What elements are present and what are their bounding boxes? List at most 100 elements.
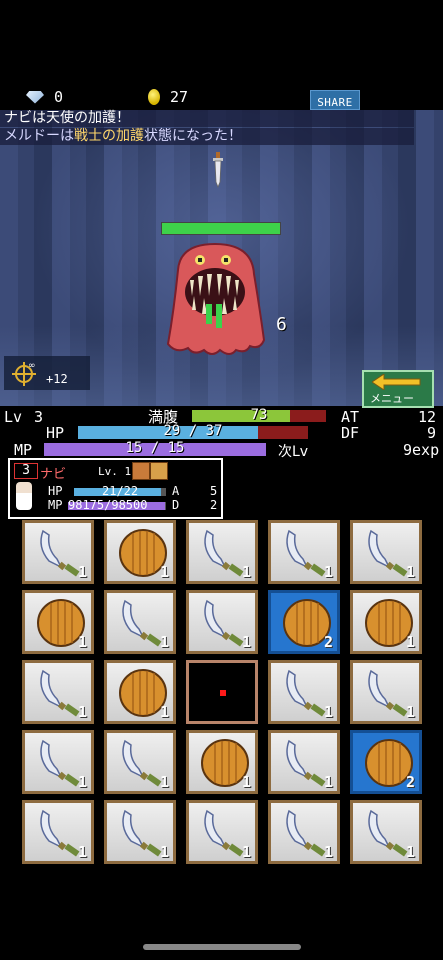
damage-number: 6 xyxy=(276,314,287,335)
item-count: 1 xyxy=(159,703,169,721)
inventory-slot-sword[interactable]: 1 xyxy=(186,520,258,584)
currency-bar: 0 27 SHARE xyxy=(0,86,443,110)
menu-label: メニュー xyxy=(370,392,414,405)
inventory-slot-sword[interactable]: 1 xyxy=(186,590,258,654)
item-count: 2 xyxy=(405,773,415,791)
inventory-slot-sword[interactable]: 1 xyxy=(104,590,176,654)
item-count: 1 xyxy=(405,633,415,651)
inventory-slot-sword[interactable]: 1 xyxy=(350,520,422,584)
item-count: 1 xyxy=(159,773,169,791)
companion-mp-value: 98175/98500 xyxy=(68,498,148,512)
companion-a-label: A xyxy=(172,484,180,498)
item-count: 1 xyxy=(241,633,251,651)
hunger-bar: 73 xyxy=(192,407,326,423)
inventory-grid: 1 1 1 1 1 1 1 1 2 1 1 1 1 1 1 1 1 1 2 1 1 1 1 1 xyxy=(22,520,422,866)
home-indicator[interactable] xyxy=(143,944,301,950)
item-count: 1 xyxy=(323,843,333,861)
companion-level: Lv. 1 xyxy=(98,465,132,478)
hp-bar: 29 / 37 xyxy=(78,423,308,439)
inventory-slot-shield[interactable]: 1 xyxy=(22,590,94,654)
inventory-slot-sword[interactable]: 1 xyxy=(22,660,94,724)
menu-button[interactable]: メニュー xyxy=(362,370,434,408)
companion-level-box: 3 xyxy=(14,463,38,479)
item-count: 1 xyxy=(405,703,415,721)
inventory-slot-shield[interactable]: 2 xyxy=(350,730,422,794)
inventory-slot-empty[interactable] xyxy=(186,660,258,724)
red-dot-icon xyxy=(220,690,226,696)
battle-log-highlight: 戦士の加護 xyxy=(74,128,144,144)
target-indicator[interactable]: ∞ +12 xyxy=(4,356,90,390)
companion-d-label: D xyxy=(172,498,180,512)
coin-icon xyxy=(148,89,160,105)
inventory-slot-sword[interactable]: 1 xyxy=(104,800,176,864)
coin-count: 27 xyxy=(170,88,189,106)
companion-name: ナビ xyxy=(40,467,67,482)
companion-hp-value: 21/22 xyxy=(102,484,139,498)
mp-bar: 15 / 15 xyxy=(44,440,266,456)
enemy-hp-bar xyxy=(161,222,281,235)
item-count: 1 xyxy=(241,773,251,791)
item-count: 1 xyxy=(323,703,333,721)
companion-panel[interactable]: 3 ナビ Lv. 1 HP 21/22 A 5 MP 98175/98500 D… xyxy=(8,458,223,519)
target-bonus: +12 xyxy=(46,372,68,386)
companion-a-value: 5 xyxy=(210,484,218,498)
share-button[interactable]: SHARE xyxy=(310,90,360,110)
svg-text:∞: ∞ xyxy=(28,361,36,371)
companion-hp-label: HP xyxy=(48,484,63,498)
battle-log-text: ナビは天使の加護！ xyxy=(4,110,130,126)
item-count: 1 xyxy=(77,703,87,721)
player-stats: Lv 3 満腹 73 AT 12 HP 29 / 37 DF 9 MP 15 /… xyxy=(0,406,443,460)
battle-log-line-1: ナビは天使の加護！ xyxy=(0,110,414,127)
monster-sprite[interactable] xyxy=(160,240,270,358)
inventory-slot-sword[interactable]: 1 xyxy=(350,800,422,864)
inventory-slot-sword[interactable]: 1 xyxy=(268,520,340,584)
df-label: DF xyxy=(341,424,360,442)
level-value: 3 xyxy=(34,408,44,426)
inventory-slot-shield[interactable]: 2 xyxy=(268,590,340,654)
item-count: 1 xyxy=(405,563,415,581)
companion-d-value: 2 xyxy=(210,498,218,512)
item-count: 1 xyxy=(159,563,169,581)
next-level-exp: 9exp xyxy=(403,441,440,459)
coin-counter: 27 xyxy=(148,88,188,106)
item-count: 1 xyxy=(77,773,87,791)
inventory-slot-sword[interactable]: 1 xyxy=(268,730,340,794)
level-label: Lv xyxy=(4,408,23,426)
hp-value: 29 / 37 xyxy=(163,423,223,439)
inventory-slot-shield[interactable]: 1 xyxy=(350,590,422,654)
dagger-icon xyxy=(213,152,223,188)
inventory-slot-sword[interactable]: 1 xyxy=(22,520,94,584)
item-count: 1 xyxy=(323,563,333,581)
companion-avatar xyxy=(16,482,32,510)
inventory-slot-sword[interactable]: 1 xyxy=(22,730,94,794)
item-count: 1 xyxy=(241,843,251,861)
inventory-slot-shield[interactable]: 1 xyxy=(104,660,176,724)
fist-icon xyxy=(132,462,150,480)
inventory-slot-sword[interactable]: 1 xyxy=(186,800,258,864)
item-count: 1 xyxy=(241,563,251,581)
crosshair-icon: ∞ xyxy=(12,361,36,386)
inventory-slot-sword[interactable]: 1 xyxy=(268,660,340,724)
companion-mp-label: MP xyxy=(48,498,63,512)
inventory-slot-sword[interactable]: 1 xyxy=(22,800,94,864)
pattern-icon xyxy=(150,462,168,480)
inventory-slot-sword[interactable]: 1 xyxy=(268,800,340,864)
mp-label: MP xyxy=(14,441,33,459)
battle-log-line-2: メルドーは戦士の加護状態になった！ xyxy=(0,128,414,145)
gem-count: 0 xyxy=(54,88,64,106)
gem-counter: 0 xyxy=(26,88,63,106)
battle-log-text: メルドーは xyxy=(4,128,74,144)
next-level-label: 次Lv xyxy=(278,444,309,460)
inventory-slot-sword[interactable]: 1 xyxy=(350,660,422,724)
df-value: 9 xyxy=(427,424,437,442)
item-count: 2 xyxy=(323,633,333,651)
item-count: 1 xyxy=(323,773,333,791)
enemy-hp-fill xyxy=(162,223,280,234)
share-label: SHARE xyxy=(317,96,353,109)
inventory-slot-sword[interactable]: 1 xyxy=(104,730,176,794)
inventory-slot-shield[interactable]: 1 xyxy=(104,520,176,584)
item-count: 1 xyxy=(405,843,415,861)
inventory-slot-shield[interactable]: 1 xyxy=(186,730,258,794)
item-count: 1 xyxy=(77,633,87,651)
gem-icon xyxy=(26,90,44,104)
